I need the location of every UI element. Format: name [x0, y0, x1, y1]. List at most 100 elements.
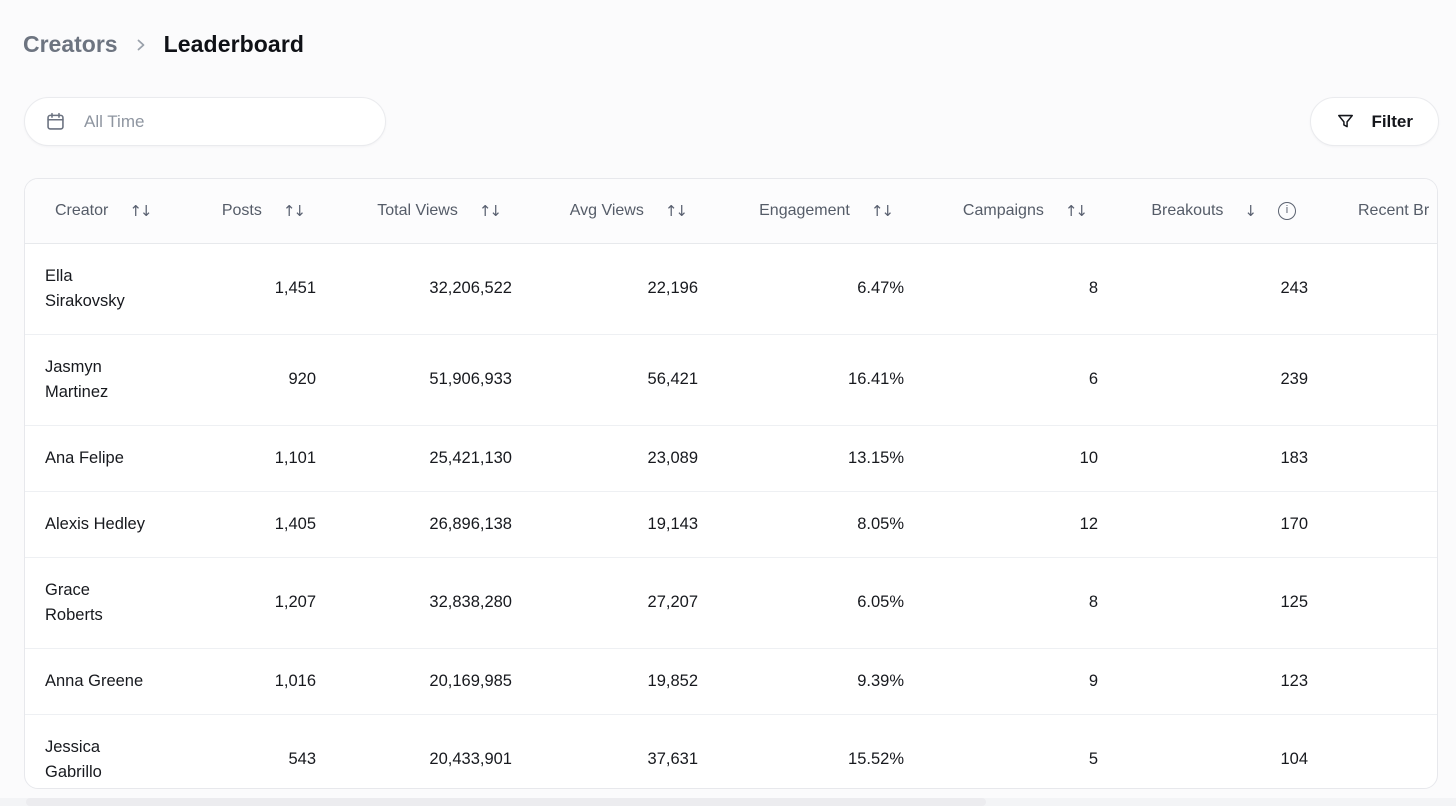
column-header-posts[interactable]: Posts ↑↓: [195, 179, 316, 244]
cell-avg_views: 27,207: [647, 593, 698, 611]
column-label: Avg Views: [569, 201, 644, 219]
cell-campaigns: 10: [1079, 448, 1098, 467]
info-icon[interactable]: i: [1278, 201, 1296, 220]
cell-breakouts: 243: [1280, 279, 1308, 297]
breadcrumb: Creators Leaderboard: [0, 0, 1456, 58]
cell-total_views: 20,169,985: [429, 671, 512, 690]
header-row: Creator ↑↓ Posts ↑↓ Total Views ↑↓ Avg Views ↑↓…: [25, 179, 1437, 244]
column-label: Recent Br: [1358, 201, 1430, 219]
sort-updown-icon[interactable]: ↑↓: [479, 202, 502, 220]
horizontal-scrollbar[interactable]: [0, 798, 1456, 806]
cell-campaigns: 5: [1088, 750, 1098, 768]
cell-avg_views: 23,089: [647, 448, 698, 467]
cell-recent_breakouts: [1308, 648, 1437, 714]
creator-name: Jasmyn Martinez: [45, 357, 109, 401]
column-header-campaigns[interactable]: Campaigns ↑↓: [904, 179, 1098, 244]
table-row[interactable]: Grace Roberts 1,207 32,838,280 27,207 6.05% 8…: [25, 557, 1437, 648]
cell-breakouts: 170: [1280, 514, 1308, 533]
leaderboard-table: Creator ↑↓ Posts ↑↓ Total Views ↑↓ Avg Views ↑↓…: [25, 179, 1437, 788]
column-label: Total Views: [377, 201, 458, 219]
breadcrumb-creators-link[interactable]: Creators: [23, 31, 118, 58]
cell-total_views: 25,421,130: [429, 448, 512, 467]
cell-avg_views: 37,631: [647, 750, 698, 768]
cell-engagement: 6.05%: [857, 593, 904, 611]
cell-creator: Jasmyn Martinez: [25, 334, 195, 425]
cell-recent_breakouts: [1308, 557, 1437, 648]
cell-breakouts: 239: [1280, 370, 1308, 388]
column-header-recent_breakouts[interactable]: Recent Br: [1308, 179, 1437, 244]
sort-desc-icon[interactable]: ↓: [1244, 202, 1257, 220]
cell-posts: 1,207: [274, 593, 316, 611]
calendar-icon: [45, 111, 66, 132]
chevron-right-icon: [133, 37, 149, 53]
page-title: Leaderboard: [163, 31, 305, 57]
filter-button[interactable]: Filter: [1310, 97, 1439, 146]
cell-creator: Alexis Hedley: [25, 491, 195, 557]
cell-avg_views: 19,143: [647, 514, 698, 533]
cell-posts: 1,101: [274, 448, 316, 467]
scrollbar-thumb[interactable]: [26, 798, 986, 806]
cell-recent_breakouts: [1308, 491, 1437, 557]
cell-campaigns: 6: [1088, 370, 1098, 388]
cell-creator: Jessica Gabrillo: [25, 714, 195, 788]
table-row[interactable]: Jessica Gabrillo 543 20,433,901 37,631 15.52…: [25, 714, 1437, 788]
cell-engagement: 6.47%: [857, 279, 904, 297]
column-header-creator[interactable]: Creator ↑↓: [25, 179, 195, 244]
cell-campaigns: 8: [1088, 593, 1098, 611]
cell-total_views: 26,896,138: [429, 514, 512, 533]
cell-total_views: 20,433,901: [429, 750, 512, 768]
creator-name: Jessica Gabrillo: [45, 737, 102, 781]
cell-total_views: 32,838,280: [429, 593, 512, 611]
table-row[interactable]: Alexis Hedley 1,405 26,896,138 19,143 8.05% 1…: [25, 491, 1437, 557]
cell-creator: Grace Roberts: [25, 557, 195, 648]
date-range-input[interactable]: [24, 97, 386, 146]
funnel-icon: [1336, 112, 1355, 131]
cell-creator: Ana Felipe: [25, 425, 195, 491]
column-label: Engagement: [759, 201, 850, 219]
cell-campaigns: 8: [1088, 279, 1098, 297]
table-row[interactable]: Jasmyn Martinez 920 51,906,933 56,421 16.41%…: [25, 334, 1437, 425]
column-header-avg_views[interactable]: Avg Views ↑↓: [512, 179, 698, 244]
date-range-field[interactable]: [84, 111, 385, 132]
cell-avg_views: 56,421: [647, 370, 698, 388]
sort-updown-icon[interactable]: ↑↓: [283, 202, 306, 220]
column-header-breakouts[interactable]: Breakouts ↓ i: [1098, 179, 1308, 244]
sort-updown-icon[interactable]: ↑↓: [129, 202, 152, 220]
cell-posts: 543: [288, 750, 316, 768]
column-label: Campaigns: [962, 201, 1044, 219]
cell-recent_breakouts: [1308, 334, 1437, 425]
table-row[interactable]: Ella Sirakovsky 1,451 32,206,522 22,196 6.47…: [25, 243, 1437, 334]
cell-posts: 1,016: [274, 671, 316, 690]
cell-engagement: 15.52%: [848, 750, 904, 768]
sort-updown-icon[interactable]: ↑↓: [665, 202, 688, 220]
creator-name: Anna Greene: [45, 671, 144, 690]
column-header-engagement[interactable]: Engagement ↑↓: [698, 179, 904, 244]
cell-breakouts: 183: [1280, 448, 1308, 467]
table-row[interactable]: Anna Greene 1,016 20,169,985 19,852 9.39% 9 12…: [25, 648, 1437, 714]
cell-breakouts: 104: [1280, 750, 1308, 768]
column-label: Creator: [55, 201, 109, 219]
creator-name: Ella Sirakovsky: [45, 266, 125, 310]
cell-total_views: 32,206,522: [429, 279, 512, 297]
column-label: Posts: [221, 201, 262, 219]
cell-avg_views: 19,852: [647, 671, 698, 690]
cell-recent_breakouts: [1308, 714, 1437, 788]
sort-updown-icon[interactable]: ↑↓: [1065, 202, 1088, 220]
creator-name: Grace Roberts: [45, 580, 103, 624]
toolbar: Filter: [24, 97, 1439, 146]
sort-updown-icon[interactable]: ↑↓: [871, 202, 894, 220]
cell-breakouts: 125: [1280, 593, 1308, 611]
cell-recent_breakouts: [1308, 425, 1437, 491]
filter-button-label: Filter: [1371, 111, 1413, 131]
table-body: Ella Sirakovsky 1,451 32,206,522 22,196 6.47…: [25, 243, 1437, 788]
cell-creator: Ella Sirakovsky: [25, 243, 195, 334]
column-label: Breakouts: [1151, 201, 1224, 219]
cell-campaigns: 12: [1079, 514, 1098, 533]
leaderboard-table-card: Creator ↑↓ Posts ↑↓ Total Views ↑↓ Avg Views ↑↓…: [24, 178, 1438, 789]
column-header-total_views[interactable]: Total Views ↑↓: [316, 179, 512, 244]
cell-avg_views: 22,196: [647, 279, 698, 297]
cell-engagement: 13.15%: [848, 448, 904, 467]
creator-name: Ana Felipe: [45, 448, 124, 467]
cell-posts: 1,405: [274, 514, 316, 533]
table-row[interactable]: Ana Felipe 1,101 25,421,130 23,089 13.15% 10 1…: [25, 425, 1437, 491]
